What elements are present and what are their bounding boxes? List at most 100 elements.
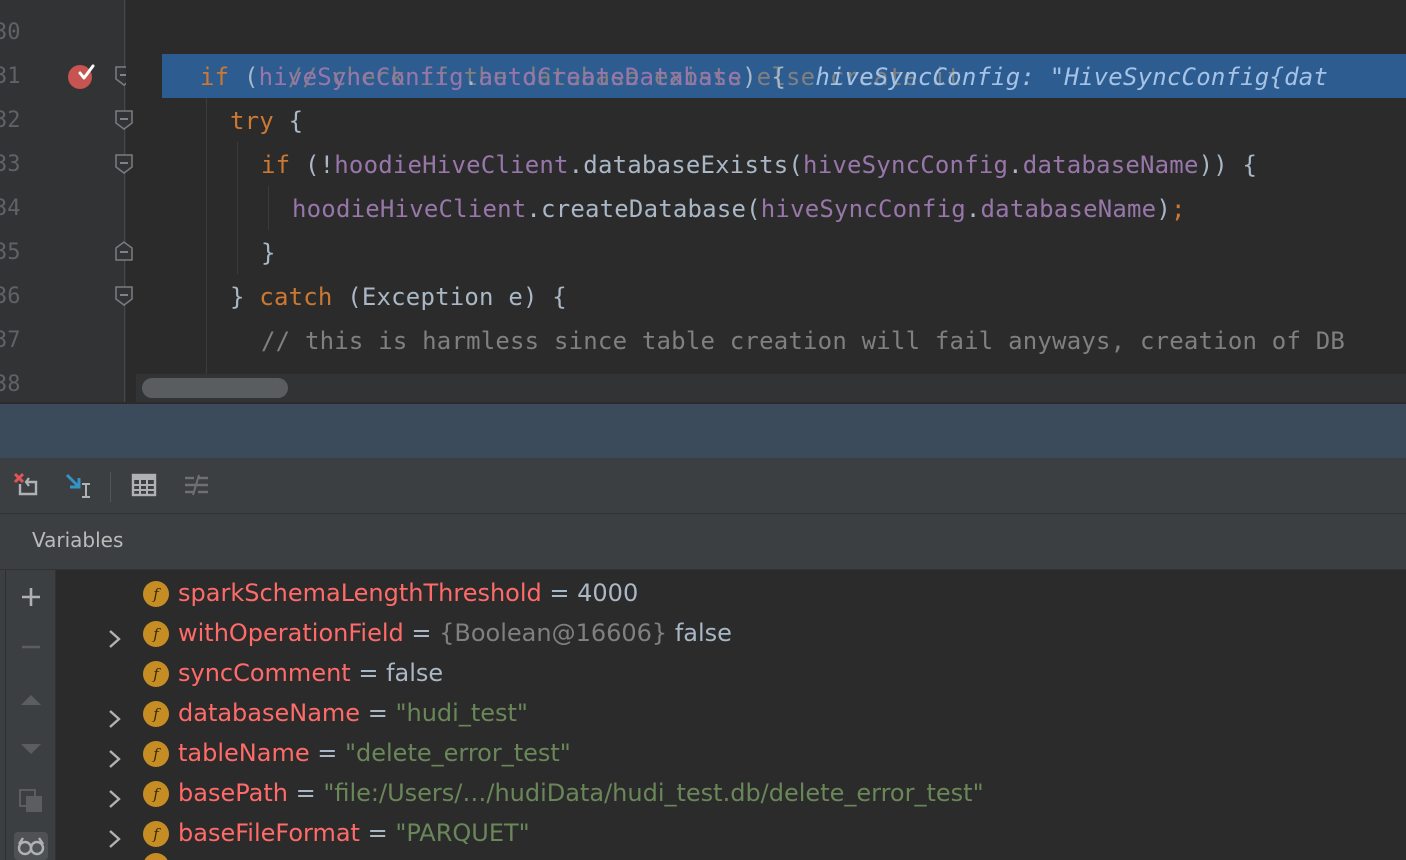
line-number: 33 [0,152,21,177]
field-icon: f [143,781,169,807]
inline-debug-value[interactable]: hiveSyncConfig: "HiveSyncConfig{dat [815,63,1328,91]
variables-title: Variables [32,528,124,552]
restore-layout-icon[interactable] [8,468,42,502]
variable-row[interactable]: f databaseName = "hudi_test" [57,693,1406,733]
code-line-33: if (!hoodieHiveClient.databaseExists(hiv… [261,143,1257,187]
line-number: 35 [0,240,21,265]
code-line-32: try { [230,99,303,143]
code-text: . [965,195,981,223]
code-variable: hoodieHiveClient [292,195,527,223]
remove-icon[interactable] [14,630,48,664]
code-variable: hiveSyncConfig [258,63,464,91]
code-text: (Exception e) { [332,283,567,311]
expand-chevron-icon[interactable] [105,742,125,768]
code-line-31: if (hiveSyncConfig.autoCreateDatabase) {… [200,55,1328,99]
code-text: . [463,63,479,91]
down-icon[interactable] [14,732,48,766]
horizontal-scrollbar-thumb[interactable] [142,378,288,398]
variable-value: false [386,659,444,687]
code-text: ( [229,63,259,91]
variable-row[interactable]: f tableName = "delete_error_test" [57,733,1406,773]
variable-name: tableName [178,739,310,767]
field-icon: f [143,581,169,607]
code-text: .createDatabase( [526,195,761,223]
expand-chevron-icon[interactable] [105,622,125,648]
line-number: 37 [0,328,21,353]
add-icon[interactable] [14,580,48,614]
variable-row[interactable]: f syncComment = false [57,653,1406,693]
code-text: )) { [1198,151,1258,179]
variable-name: withOperationField [178,619,404,647]
copy-icon[interactable] [14,784,48,818]
variables-tree[interactable]: f sparkSchemaLengthThreshold = 4000 f wi… [57,570,1406,860]
expand-chevron-icon[interactable] [105,782,125,808]
variable-name: baseFileFormat [178,819,360,847]
code-area[interactable]: // check if the database exists else cre… [126,0,1406,402]
field-icon: f [143,621,169,647]
code-text: (! [290,151,335,179]
editor-gutter[interactable]: 30 31 32 33 34 35 36 37 38 [0,0,133,402]
expand-chevron-icon[interactable] [105,822,125,848]
variable-name: databaseName [178,699,361,727]
code-text: ) { [742,63,787,91]
variable-equals: = [350,659,387,687]
code-editor[interactable]: 30 31 32 33 34 35 36 37 38 // check if t… [0,0,1406,402]
variable-name: basePath [178,779,288,807]
keyword: if [261,151,291,179]
code-line-30: // check if the database exists else cre… [200,11,962,91]
variable-value: 4000 [577,579,639,607]
line-number: 32 [0,108,21,133]
expand-chevron-icon[interactable] [105,702,125,728]
code-text: ) [1156,195,1171,223]
indent-guide [237,142,238,274]
variable-equals: = [541,579,578,607]
line-number: 30 [0,20,21,45]
gutter-divider [124,0,125,402]
breakpoint-icon[interactable] [66,62,96,92]
toolbar-separator [110,472,111,502]
up-icon[interactable] [14,682,48,716]
code-line-35: } [261,231,276,275]
panel-splitter[interactable] [0,402,1406,458]
variable-value: false [674,619,732,647]
field-icon: f [143,701,169,727]
code-field: databaseName [980,195,1157,223]
code-field: autoCreateDatabase [478,63,743,91]
horizontal-scrollbar[interactable] [136,374,1406,402]
variable-name: syncComment [178,659,351,687]
code-text: } [261,239,276,267]
indent-guide [268,186,269,230]
code-line-37: // this is harmless since table creation… [261,319,1345,363]
variable-row[interactable]: f baseFileFormat = "PARQUET" [57,813,1406,853]
line-number: 34 [0,196,21,221]
code-text: . [1008,151,1023,179]
code-text: { [273,107,304,135]
watches-icon[interactable] [14,832,48,860]
line-number: 38 [0,372,21,397]
evaluate-table-icon[interactable] [127,468,161,502]
execution-line-margin [126,54,162,98]
line-number: 31 [0,64,21,89]
field-icon: f [143,821,169,847]
variables-header: Variables [0,514,1406,570]
settings-lines-icon[interactable] [179,468,213,502]
variable-reference: {Boolean@16606} [439,619,675,647]
debugger-toolbar [0,458,1406,514]
variable-value: "file:/Users/…/hudiData/hudi_test.db/del… [323,779,984,807]
code-line-36: } catch (Exception e) { [230,275,567,319]
code-line-34: hoodieHiveClient.createDatabase(hiveSync… [292,187,1186,231]
variable-row[interactable]: f sparkSchemaLengthThreshold = 4000 [57,573,1406,613]
code-field: databaseName [1022,151,1199,179]
variable-row[interactable] [57,853,1406,860]
variable-equals: = [287,779,324,807]
variable-name: sparkSchemaLengthThreshold [178,579,542,607]
field-icon [143,853,169,860]
keyword: if [200,63,230,91]
variables-side-toolbar [6,570,56,860]
variable-value: "delete_error_test" [344,739,571,767]
show-execution-point-icon[interactable] [60,468,94,502]
variable-row[interactable]: f basePath = "file:/Users/…/hudiData/hud… [57,773,1406,813]
keyword: try [230,107,274,135]
variable-row[interactable]: f withOperationField = {Boolean@16606} f… [57,613,1406,653]
keyword: catch [259,283,333,311]
